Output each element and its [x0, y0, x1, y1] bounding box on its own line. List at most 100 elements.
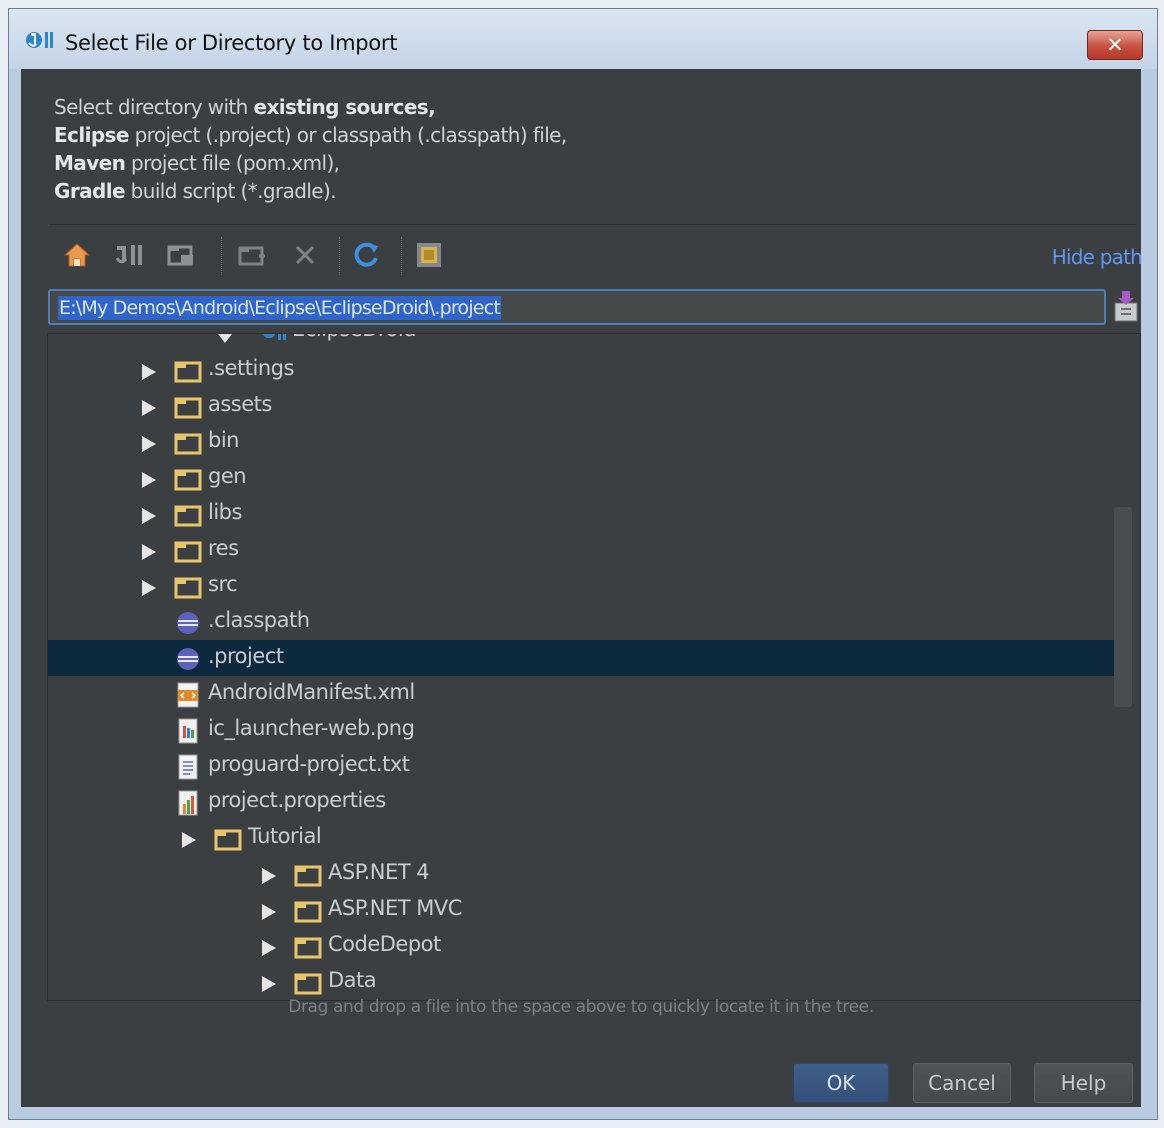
toolbar-separator: [401, 237, 403, 275]
folder-icon: [174, 505, 202, 527]
separator: [49, 224, 1136, 225]
desktop-button[interactable]: [165, 239, 197, 271]
tree-item-label: .classpath: [208, 608, 310, 632]
close-button[interactable]: ✕: [1087, 30, 1143, 60]
collapsed-arrow-icon[interactable]: [182, 832, 196, 848]
import-dialog-window: Select File or Directory to Import ✕ Sel…: [8, 8, 1158, 1120]
collapsed-arrow-icon[interactable]: [262, 976, 276, 992]
image-file-icon: [178, 718, 198, 744]
tree-row[interactable]: ASP.NET MVC: [48, 892, 1114, 928]
folder-icon: [174, 361, 202, 383]
tree-row[interactable]: .settings: [48, 352, 1114, 388]
tree-row-eclipsedroid[interactable]: EclipseDroid: [48, 334, 1114, 352]
tree-item-label: ASP.NET MVC: [328, 896, 462, 920]
tree-item-label: proguard-project.txt: [208, 752, 410, 776]
tree-item-label: gen: [208, 464, 247, 488]
download-path-icon: [1114, 291, 1138, 322]
tree-row[interactable]: project.properties: [48, 784, 1114, 820]
toolbar-separator: [339, 237, 341, 275]
instructions-text: Select directory with existing sources, …: [54, 95, 567, 203]
tree-row[interactable]: libs: [48, 496, 1114, 532]
folder-icon: [294, 865, 322, 887]
show-hidden-files-button[interactable]: [413, 239, 445, 271]
folder-icon: [174, 469, 202, 491]
project-icon: [115, 245, 142, 265]
hide-path-link[interactable]: Hide path: [1052, 245, 1143, 269]
collapsed-arrow-icon[interactable]: [262, 940, 276, 956]
tree-row[interactable]: Data: [48, 964, 1114, 1000]
properties-file-icon: [178, 790, 198, 816]
collapsed-arrow-icon[interactable]: [142, 472, 156, 488]
eclipse-icon: [177, 648, 199, 670]
folder-icon: [174, 541, 202, 563]
collapsed-arrow-icon[interactable]: [142, 364, 156, 380]
toolbar-separator: [221, 237, 223, 275]
folder-icon: [174, 433, 202, 455]
folder-icon: [214, 829, 242, 851]
refresh-icon: [354, 242, 378, 267]
file-tree[interactable]: EclipseDroid .settings assets bin gen libs re…: [47, 333, 1141, 1001]
tree-item-label: libs: [208, 500, 242, 524]
dialog-content: Select directory with existing sources, …: [21, 69, 1143, 1107]
home-icon: [63, 243, 91, 267]
intellij-app-icon: [26, 32, 53, 48]
collapsed-arrow-icon[interactable]: [142, 544, 156, 560]
text-file-icon: [178, 754, 198, 780]
delete-button[interactable]: [289, 239, 321, 271]
tree-item-label: .settings: [208, 356, 294, 380]
desktop-icon: [167, 245, 193, 266]
show-hidden-icon: [417, 243, 441, 267]
tree-row[interactable]: .project: [48, 640, 1114, 676]
tree-row[interactable]: res: [48, 532, 1114, 568]
xml-file-icon: [177, 682, 199, 708]
new-folder-button[interactable]: [237, 239, 269, 271]
folder-icon: [174, 577, 202, 599]
tree-row[interactable]: assets: [48, 388, 1114, 424]
tree-scrollbar-thumb[interactable]: [1114, 507, 1132, 707]
close-icon: ✕: [1106, 32, 1124, 57]
tree-row[interactable]: bin: [48, 424, 1114, 460]
collapsed-arrow-icon[interactable]: [262, 904, 276, 920]
collapsed-arrow-icon[interactable]: [142, 580, 156, 596]
tree-item-label: assets: [208, 392, 272, 416]
collapsed-arrow-icon[interactable]: [142, 508, 156, 524]
tree-item-label: EclipseDroid: [292, 334, 417, 341]
project-directory-button[interactable]: [113, 239, 145, 271]
tree-row[interactable]: gen: [48, 460, 1114, 496]
collapsed-arrow-icon[interactable]: [262, 868, 276, 884]
delete-icon: [295, 245, 315, 265]
file-chooser-toolbar: Hide path: [49, 231, 1143, 277]
tree-item-label: src: [208, 572, 238, 596]
tree-row[interactable]: Tutorial: [48, 820, 1114, 856]
tree-item-label: Tutorial: [248, 824, 322, 848]
eclipse-icon: [177, 612, 199, 634]
refresh-button[interactable]: [351, 239, 383, 271]
title-bar[interactable]: Select File or Directory to Import ✕: [9, 9, 1157, 69]
home-button[interactable]: [61, 239, 93, 271]
help-button[interactable]: Help: [1034, 1063, 1133, 1103]
tree-row[interactable]: AndroidManifest.xml: [48, 676, 1114, 712]
tree-item-label: CodeDepot: [328, 932, 441, 956]
tree-item-label: res: [208, 536, 239, 560]
cancel-button[interactable]: Cancel: [913, 1063, 1011, 1103]
tree-item-label: ic_launcher-web.png: [208, 716, 415, 740]
collapsed-arrow-icon[interactable]: [142, 400, 156, 416]
dialog-title: Select File or Directory to Import: [65, 31, 398, 55]
new-folder-icon: [238, 246, 265, 266]
project-icon: [262, 334, 286, 340]
path-history-button[interactable]: [1111, 289, 1143, 323]
folder-icon: [294, 937, 322, 959]
collapsed-arrow-icon[interactable]: [142, 436, 156, 452]
tree-row[interactable]: src: [48, 568, 1114, 604]
tree-row[interactable]: CodeDepot: [48, 928, 1114, 964]
folder-icon: [174, 397, 202, 419]
expanded-arrow-icon[interactable]: [218, 334, 232, 343]
path-input[interactable]: E:\My Demos\Android\Eclipse\EclipseDroid…: [48, 289, 1106, 325]
tree-row[interactable]: .classpath: [48, 604, 1114, 640]
tree-row[interactable]: proguard-project.txt: [48, 748, 1114, 784]
tree-row[interactable]: ASP.NET 4: [48, 856, 1114, 892]
ok-button[interactable]: OK: [793, 1063, 889, 1103]
tree-row[interactable]: ic_launcher-web.png: [48, 712, 1114, 748]
tree-item-label: AndroidManifest.xml: [208, 680, 415, 704]
folder-icon: [294, 973, 322, 995]
